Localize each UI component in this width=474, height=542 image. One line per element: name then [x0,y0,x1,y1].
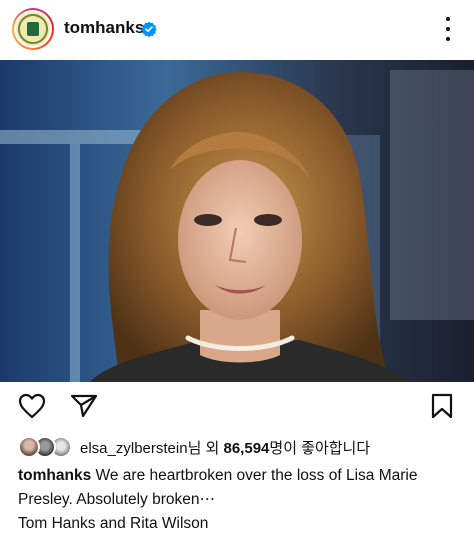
post-caption: tomhanks We are heartbroken over the los… [18,464,458,536]
send-icon[interactable] [70,393,98,419]
post-username[interactable]: tomhanks [64,18,144,38]
likes-suffix: 명이 좋아합니다 [269,439,371,457]
more-options-icon[interactable] [444,17,452,41]
bookmark-icon[interactable] [431,393,453,419]
avatar-seal-emblem [27,22,39,36]
liker-avatar [18,436,40,458]
likes-text: elsa_zylberstein님 외 86,594명이 좋아합니다 [80,437,370,458]
likes-summary[interactable]: elsa_zylberstein님 외 86,594명이 좋아합니다 [18,436,370,458]
avatar-ring [14,10,52,48]
post-photo[interactable] [0,60,474,382]
caption-username[interactable]: tomhanks [18,467,91,484]
liked-by-user[interactable]: elsa_zylberstein [80,440,188,457]
more-dot [446,27,450,31]
more-dot [446,17,450,21]
avatar-image [16,12,50,46]
verified-badge-icon [141,21,157,37]
heart-icon[interactable] [18,393,46,419]
more-dot [446,37,450,41]
profile-avatar[interactable] [12,8,54,50]
likes-count[interactable]: 86,594 [224,440,270,457]
caption-signature: Tom Hanks and Rita Wilson [18,515,209,532]
post-header: tomhanks [0,0,474,60]
caption-body: tomhanks We are heartbroken over the los… [18,464,458,512]
liker-avatars [18,436,76,458]
liked-by-suffix: 님 외 [187,439,224,457]
post-photo-image [0,60,474,382]
